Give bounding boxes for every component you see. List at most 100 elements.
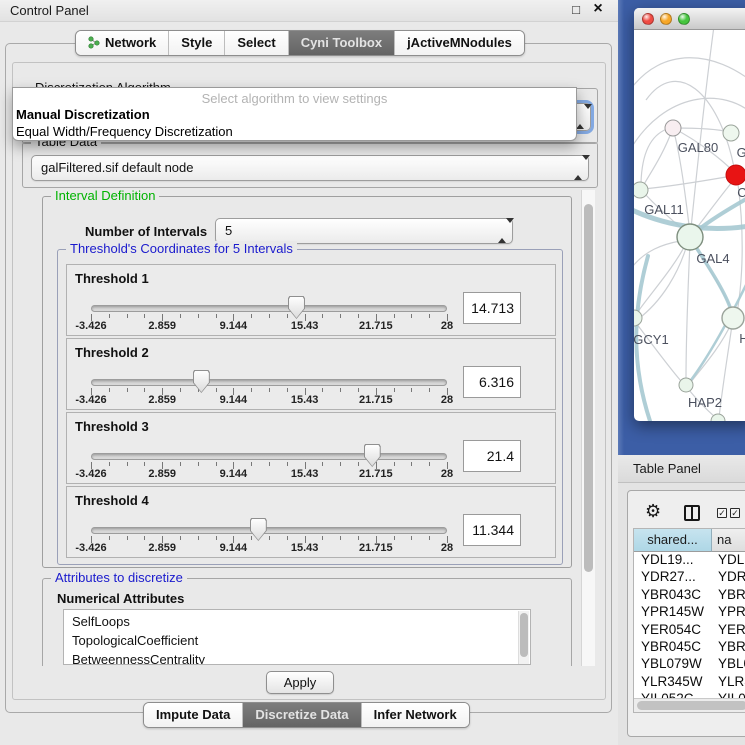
minor-tick bbox=[198, 314, 199, 318]
cell-name: YBR0 bbox=[712, 587, 745, 604]
tab-cyni-toolbox[interactable]: Cyni Toolbox bbox=[288, 31, 394, 55]
minor-tick bbox=[411, 388, 412, 392]
threshold-value-field[interactable]: 6.316 bbox=[463, 366, 521, 398]
scale-label: 15.43 bbox=[291, 394, 319, 406]
scale-label: 2.859 bbox=[148, 394, 176, 406]
graph-node-gcy1[interactable] bbox=[634, 310, 642, 326]
table-data-combobox[interactable]: galFiltered.sif default node bbox=[31, 155, 589, 181]
scale-label: -3.426 bbox=[75, 394, 106, 406]
table-row[interactable]: YDR27...YDR2 bbox=[634, 569, 745, 586]
slider-track[interactable] bbox=[91, 453, 447, 460]
table-header-row: shared... na bbox=[634, 529, 745, 552]
dropdown-item-manual[interactable]: Manual Discretization bbox=[15, 107, 574, 124]
threshold-panel-1: Threshold 1-3.4262.8599.14415.4321.71528… bbox=[66, 264, 556, 336]
minor-tick bbox=[322, 536, 323, 540]
tab-label: jActiveMNodules bbox=[407, 35, 512, 50]
tab-select[interactable]: Select bbox=[224, 31, 287, 55]
table-horizontal-scrollbar[interactable] bbox=[634, 698, 745, 712]
combo-arrows-icon bbox=[498, 219, 506, 243]
threshold-value-field[interactable]: 21.4 bbox=[463, 440, 521, 472]
numerical-attributes-label: Numerical Attributes bbox=[57, 591, 184, 606]
minor-tick bbox=[287, 388, 288, 392]
slider-track[interactable] bbox=[91, 527, 447, 534]
scale-label: 15.43 bbox=[291, 542, 319, 554]
graph-edge bbox=[641, 129, 667, 183]
slider-track[interactable] bbox=[91, 305, 447, 312]
interval-definition-title: Interval Definition bbox=[51, 190, 159, 203]
attribute-list-item[interactable]: TopologicalCoefficient bbox=[64, 631, 530, 650]
minor-tick bbox=[322, 388, 323, 392]
graph-node-label: H bbox=[739, 331, 745, 346]
scale-label: 9.144 bbox=[220, 468, 248, 480]
tab-infer-network[interactable]: Infer Network bbox=[361, 703, 469, 727]
table-row[interactable]: YPR145WYPR1 bbox=[634, 604, 745, 621]
table-row[interactable]: YBR043CYBR0 bbox=[634, 587, 745, 604]
slider-thumb[interactable] bbox=[288, 296, 305, 319]
graph-node-label: GAL4 bbox=[696, 251, 729, 266]
close-icon[interactable]: × bbox=[590, 1, 606, 17]
graph-node-h[interactable] bbox=[722, 307, 744, 329]
float-icon[interactable]: □ bbox=[568, 2, 584, 18]
slider-thumb[interactable] bbox=[250, 518, 267, 541]
graph-node-gal11[interactable] bbox=[634, 182, 648, 198]
graph-node-gal80[interactable] bbox=[665, 120, 681, 136]
minor-tick bbox=[394, 536, 395, 540]
column-header-shared[interactable]: shared... bbox=[634, 529, 712, 552]
numerical-attributes-list[interactable]: SelfLoopsTopologicalCoefficientBetweenne… bbox=[63, 609, 531, 665]
threshold-value-field[interactable]: 14.713 bbox=[463, 292, 521, 324]
table-row[interactable]: YDL19...YDL1 bbox=[634, 552, 745, 569]
network-view-window[interactable]: GAL80GACGAL11GAL4GCY1HHAP2 bbox=[634, 8, 745, 421]
tab-jactivemnodules[interactable]: jActiveMNodules bbox=[394, 31, 524, 55]
threshold-value-field[interactable]: 11.344 bbox=[463, 514, 521, 546]
minor-tick bbox=[251, 536, 252, 540]
cell-name: YDR2 bbox=[712, 569, 745, 586]
tab-discretize-data[interactable]: Discretize Data bbox=[242, 703, 360, 727]
graph-node-c[interactable] bbox=[726, 165, 745, 185]
zoom-traffic-light-icon[interactable] bbox=[678, 13, 690, 25]
network-graph-canvas[interactable]: GAL80GACGAL11GAL4GCY1HHAP2 bbox=[634, 30, 745, 421]
cell-shared-name: YBR043C bbox=[634, 587, 712, 604]
minor-tick bbox=[287, 462, 288, 466]
scale-label: 15.43 bbox=[291, 320, 319, 332]
settings-vertical-scrollbar[interactable] bbox=[581, 190, 595, 666]
slider-thumb[interactable] bbox=[193, 370, 210, 393]
graph-node-hap2[interactable] bbox=[679, 378, 693, 392]
dropdown-item-equal-width[interactable]: Equal Width/Frequency Discretization bbox=[15, 124, 574, 141]
table-data-value: galFiltered.sif default node bbox=[41, 160, 193, 175]
node-attribute-table: shared... na YDL19...YDL1YDR27...YDR2YBR… bbox=[633, 528, 745, 713]
graph-node-label: GAL11 bbox=[644, 202, 684, 217]
gear-icon[interactable]: ⚙ bbox=[645, 501, 661, 522]
table-row[interactable]: YBL079WYBL0 bbox=[634, 656, 745, 673]
minor-tick bbox=[358, 314, 359, 318]
attribute-list-item[interactable]: SelfLoops bbox=[64, 612, 530, 631]
graph-node-gal4[interactable] bbox=[677, 224, 703, 250]
table-row[interactable]: YBR045CYBR0 bbox=[634, 639, 745, 656]
slider-thumb[interactable] bbox=[364, 444, 381, 467]
tab-style[interactable]: Style bbox=[168, 31, 224, 55]
graph-node-ga[interactable] bbox=[723, 125, 739, 141]
minor-tick bbox=[340, 462, 341, 466]
attribute-list-item[interactable]: BetweennessCentrality bbox=[64, 650, 530, 665]
column-header-name[interactable]: na bbox=[712, 529, 745, 552]
minimize-traffic-light-icon[interactable] bbox=[660, 13, 672, 25]
checkbox-icon[interactable]: ✓ bbox=[730, 508, 740, 518]
cell-shared-name: YPR145W bbox=[634, 604, 712, 621]
scale-label: 28 bbox=[441, 542, 453, 554]
minor-tick bbox=[358, 388, 359, 392]
checkbox-icon[interactable]: ✓ bbox=[717, 508, 727, 518]
interval-definition-group: Interval Definition Number of Intervals … bbox=[42, 196, 572, 568]
slider-track[interactable] bbox=[91, 379, 447, 386]
tab-impute-data[interactable]: Impute Data bbox=[144, 703, 242, 727]
tab-network[interactable]: Network bbox=[76, 31, 168, 55]
combo-arrows-icon bbox=[576, 104, 584, 130]
table-row[interactable]: YLR345WYLR3 bbox=[634, 674, 745, 691]
apply-button[interactable]: Apply bbox=[266, 671, 334, 694]
table-row[interactable]: YER054CYER0 bbox=[634, 622, 745, 639]
close-traffic-light-icon[interactable] bbox=[642, 13, 654, 25]
split-columns-icon[interactable] bbox=[684, 505, 700, 521]
minor-tick bbox=[340, 536, 341, 540]
attributes-scrollbar[interactable] bbox=[518, 611, 529, 665]
minor-tick bbox=[216, 314, 217, 318]
minor-tick bbox=[144, 462, 145, 466]
graph-edge bbox=[637, 248, 686, 320]
